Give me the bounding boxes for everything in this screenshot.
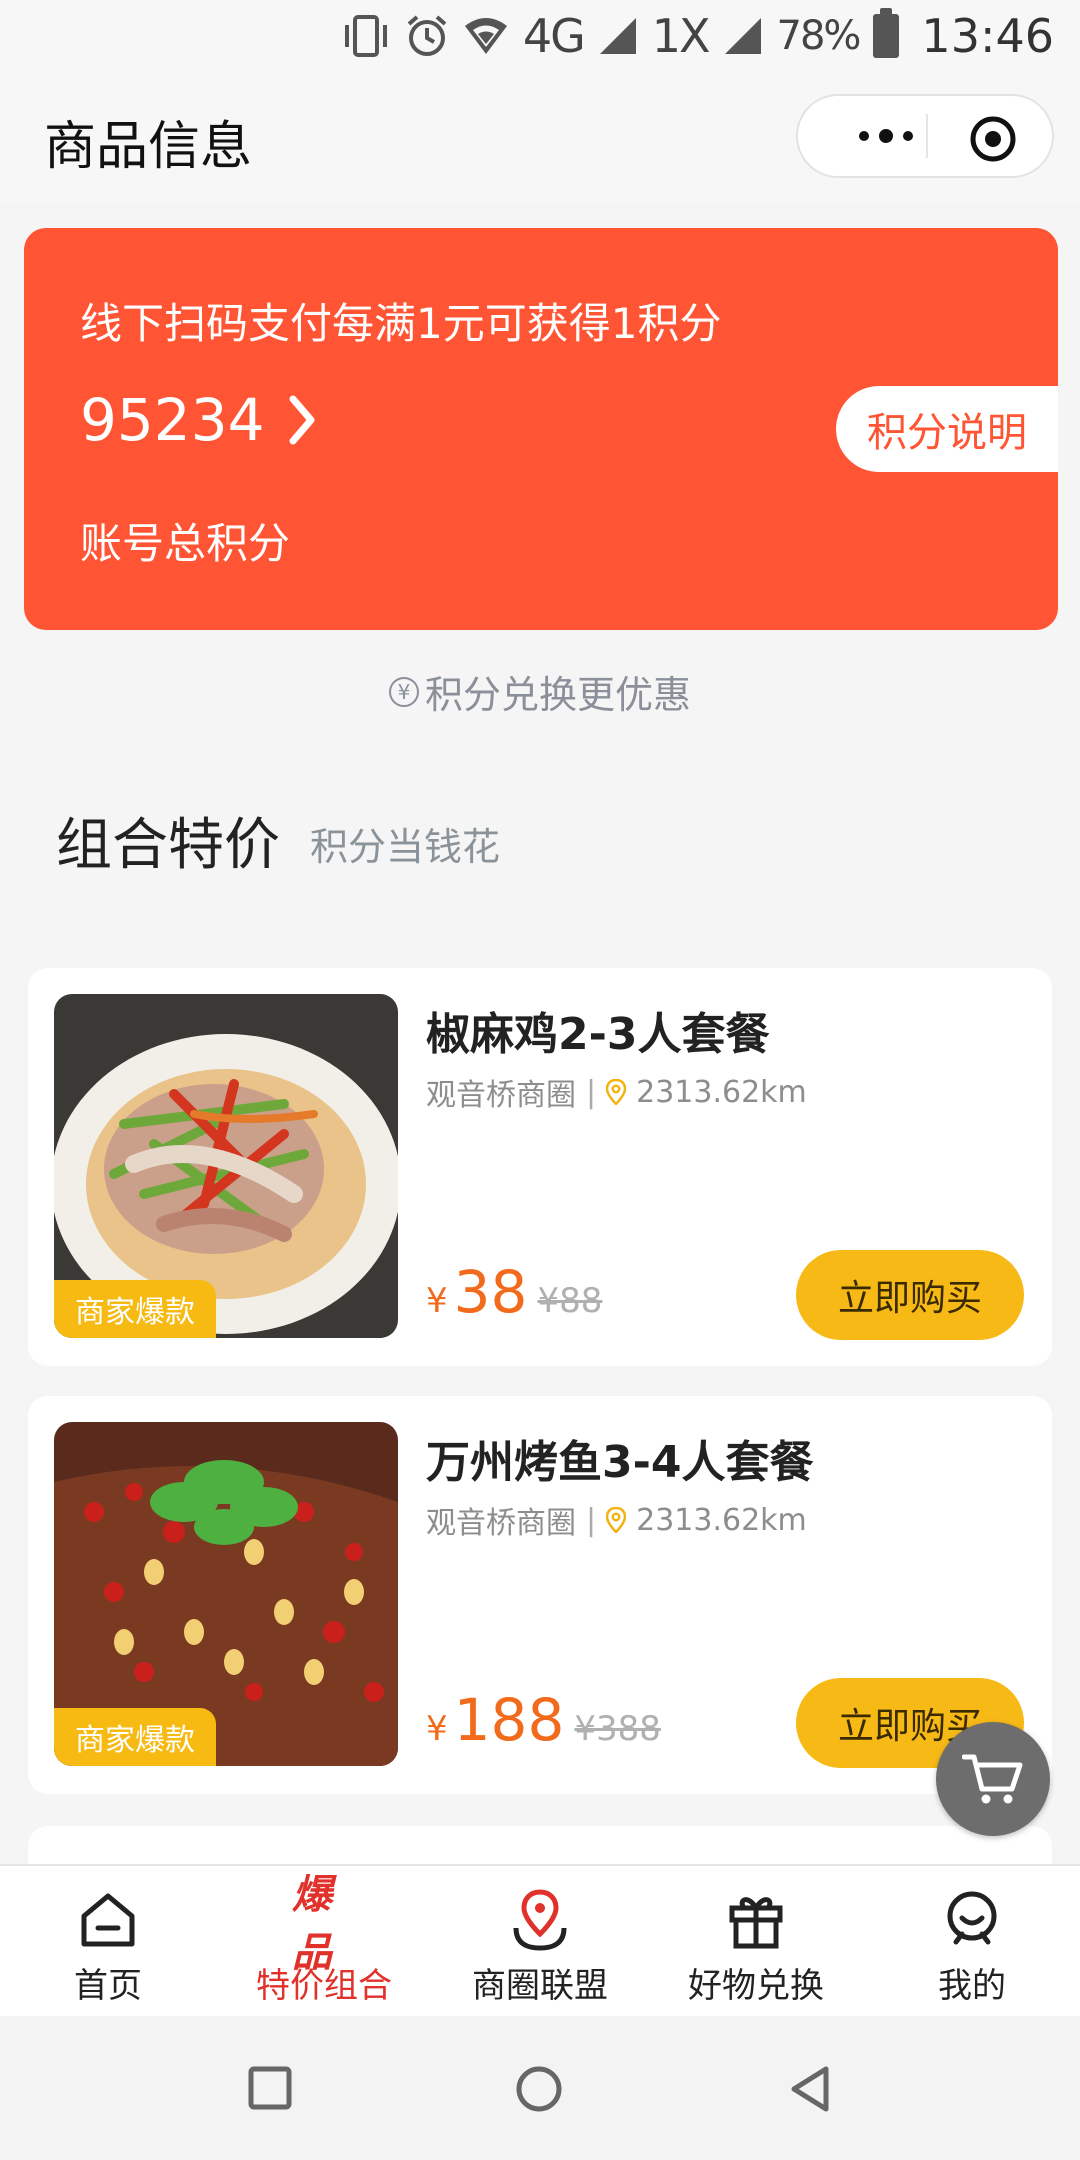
points-label: 账号总积分	[80, 519, 291, 568]
product-district: 观音桥商圈	[426, 1506, 576, 1541]
home-button[interactable]	[514, 2064, 562, 2112]
points-rule-text: 线下扫码支付每满1元可获得1积分	[80, 299, 722, 348]
exchange-tip-text: 积分兑换更优惠	[424, 673, 691, 717]
exchange-tip[interactable]: ¥ 积分兑换更优惠	[0, 664, 1080, 719]
signal-icon-2	[723, 16, 763, 56]
nav-bar: 商品信息	[0, 72, 1080, 202]
page-title: 商品信息	[44, 117, 253, 177]
wifi-icon	[463, 16, 509, 56]
current-price: 38	[453, 1258, 528, 1326]
yen-circle-icon: ¥	[388, 676, 419, 707]
clock: 13:46	[921, 9, 1054, 63]
alarm-icon	[405, 14, 449, 58]
back-button[interactable]	[786, 2064, 834, 2112]
product-distance: 2313.62km	[636, 1074, 807, 1110]
tab-home[interactable]: 首页	[0, 1866, 216, 2016]
product-image-fish[interactable]: 商家爆款	[54, 1422, 398, 1766]
current-price: 188	[453, 1686, 565, 1754]
points-total[interactable]: 95234	[80, 386, 317, 454]
cart-icon	[962, 1754, 1023, 1804]
more-icon[interactable]	[836, 96, 936, 176]
product-badge: 商家爆款	[54, 1708, 216, 1766]
miniprogram-capsule	[796, 94, 1054, 178]
home-icon	[76, 1888, 140, 1952]
product-name: 万州烤鱼3-4人套餐	[426, 1437, 814, 1488]
product-meta: 观音桥商圈 | 2313.62km	[426, 1498, 807, 1542]
location-pin-icon	[508, 1888, 572, 1952]
section-title: 组合特价	[56, 813, 280, 878]
close-target-icon[interactable]	[970, 116, 1016, 162]
tab-goods-exchange[interactable]: 好物兑换	[648, 1866, 864, 2016]
points-value: 95234	[80, 386, 265, 454]
currency-symbol: ¥	[426, 1709, 448, 1749]
tab-bar: 首页 爆品 特价组合 商圈联盟 好物兑换 我的	[0, 1864, 1080, 2016]
capsule-divider	[926, 114, 928, 158]
product-image-chicken[interactable]: 商家爆款	[54, 994, 398, 1338]
product-card[interactable]: 商家爆款 椒麻鸡2-3人套餐 观音桥商圈 | 2313.62km ¥ 38 ¥8…	[28, 968, 1052, 1366]
status-bar: 4G 1X 78% 13:46	[0, 0, 1080, 72]
location-pin-icon	[606, 1507, 627, 1533]
recent-apps-button[interactable]	[246, 2064, 294, 2112]
currency-symbol: ¥	[426, 1281, 448, 1321]
battery-icon	[873, 8, 900, 58]
original-price: ¥388	[574, 1709, 661, 1749]
product-name: 椒麻鸡2-3人套餐	[426, 1009, 770, 1060]
system-nav-bar	[0, 2016, 1080, 2160]
tab-business-alliance[interactable]: 商圈联盟	[432, 1866, 648, 2016]
chevron-right-icon	[289, 395, 315, 445]
product-price: ¥ 38 ¥88	[426, 1258, 602, 1326]
gift-icon	[724, 1888, 788, 1952]
tab-label: 好物兑换	[688, 1966, 824, 2006]
battery-percent: 78%	[776, 13, 862, 59]
points-card: 线下扫码支付每满1元可获得1积分 95234 账号总积分 积分说明	[24, 228, 1058, 630]
profile-icon	[940, 1888, 1004, 1952]
product-district: 观音桥商圈	[426, 1078, 576, 1113]
tab-label: 商圈联盟	[472, 1966, 608, 2006]
hot-deal-icon: 爆品	[292, 1872, 356, 1976]
product-price: ¥ 188 ¥388	[426, 1686, 661, 1754]
product-card[interactable]: 商家爆款 万州烤鱼3-4人套餐 观音桥商圈 | 2313.62km ¥ 188 …	[28, 1396, 1052, 1794]
buy-now-button[interactable]: 立即购买	[796, 1250, 1024, 1340]
signal-icon	[598, 16, 638, 56]
cart-button[interactable]	[936, 1722, 1050, 1836]
product-badge: 商家爆款	[54, 1280, 216, 1338]
product-meta: 观音桥商圈 | 2313.62km	[426, 1070, 807, 1114]
tab-special-combo[interactable]: 爆品 特价组合	[216, 1866, 432, 2016]
tab-label: 我的	[938, 1966, 1006, 2006]
section-subtitle: 积分当钱花	[310, 825, 501, 869]
network-type: 4G	[522, 9, 586, 63]
product-distance: 2313.62km	[636, 1502, 807, 1538]
tab-label: 首页	[74, 1966, 142, 2006]
original-price: ¥88	[537, 1281, 603, 1321]
points-explain-button[interactable]: 积分说明	[836, 386, 1058, 472]
network-type-2: 1X	[651, 9, 711, 63]
tab-mine[interactable]: 我的	[864, 1866, 1080, 2016]
location-pin-icon	[606, 1079, 627, 1105]
tab-label: 特价组合	[256, 1966, 392, 2006]
vibrate-icon	[341, 13, 391, 59]
